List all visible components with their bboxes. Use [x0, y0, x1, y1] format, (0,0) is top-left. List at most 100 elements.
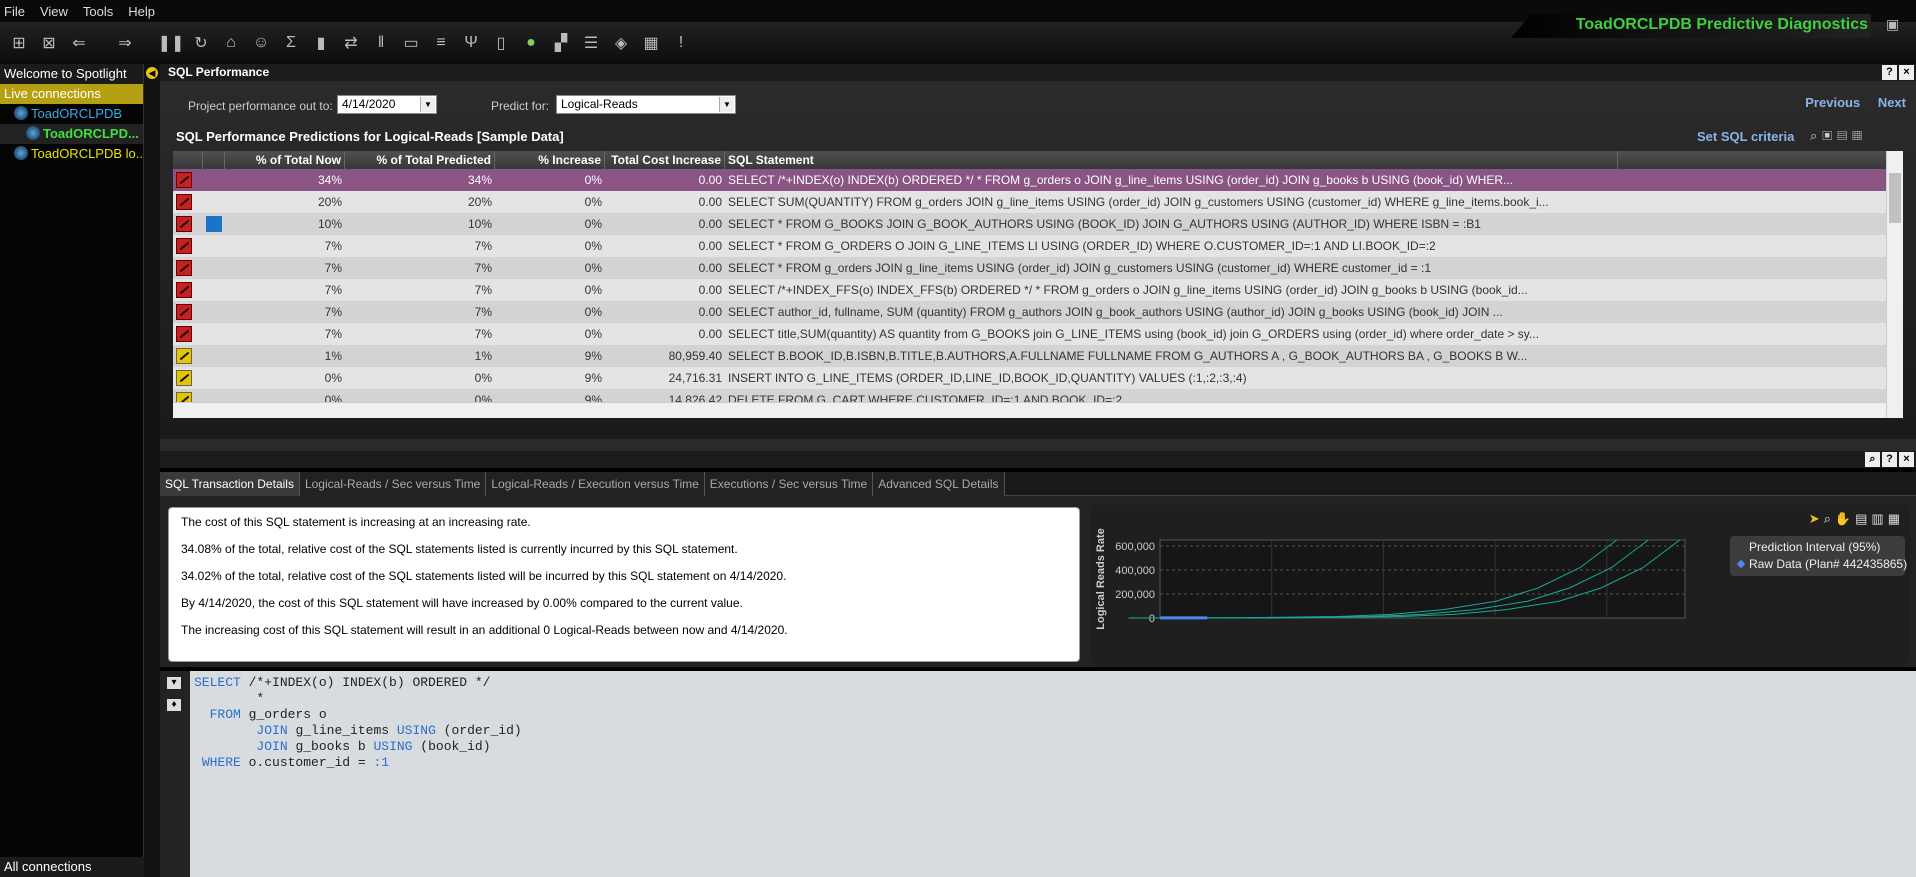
row-status-cell	[173, 191, 203, 213]
columns-icon[interactable]: ‖	[370, 32, 392, 54]
tab-sql-transaction-details[interactable]: SQL Transaction Details	[160, 472, 300, 496]
chart-copy-icon[interactable]: ▤	[1855, 511, 1871, 526]
stack-icon[interactable]: ☰	[580, 32, 602, 54]
col-sql-statement[interactable]: SQL Statement	[725, 151, 1618, 169]
table-row[interactable]: 7% 7% 0% 0.00 SELECT /*+INDEX_FFS(o) INDEX_F…	[173, 279, 1903, 301]
forward-icon[interactable]: ⇒	[114, 32, 136, 54]
panel-splitter[interactable]	[160, 439, 1916, 451]
detail-line: The cost of this SQL statement is increa…	[181, 515, 531, 529]
shield-icon[interactable]: ◈	[610, 32, 632, 54]
grid-vertical-scrollbar[interactable]	[1886, 151, 1903, 418]
refresh-icon[interactable]: ↻	[190, 32, 212, 54]
tab-advanced-sql-details[interactable]: Advanced SQL Details	[873, 472, 1005, 496]
sidebar-item-connection-1[interactable]: ToadORCLPDB	[0, 104, 143, 124]
predict-dropdown[interactable]: Logical-Reads ▼	[556, 95, 736, 114]
pan-icon[interactable]: ✋	[1835, 511, 1855, 526]
trend-warning-icon	[176, 348, 192, 364]
chevron-left-icon: ◀	[146, 67, 158, 79]
lock-icon[interactable]: ♦	[167, 699, 181, 711]
pause-icon[interactable]: ❚❚	[158, 32, 185, 54]
menu-file[interactable]: File	[4, 4, 25, 19]
help-icon[interactable]: ?	[1882, 452, 1897, 467]
table-row[interactable]: 7% 7% 0% 0.00 SELECT * FROM G_ORDERS O JOIN …	[173, 235, 1903, 257]
disconnect-icon[interactable]: ⊠	[38, 32, 60, 54]
table-row[interactable]: 1% 1% 9% 80,959.40 SELECT B.BOOK_ID,B.ISBN,B…	[173, 345, 1903, 367]
storage-icon[interactable]: ▯	[490, 32, 512, 54]
close-icon[interactable]: ×	[1899, 65, 1914, 80]
row-status-cell	[173, 213, 203, 235]
blocks-icon[interactable]: ▞	[550, 32, 572, 54]
globe-icon[interactable]: ●	[520, 32, 542, 54]
grid-icon[interactable]: ▦	[1852, 128, 1867, 143]
brand-window-icon[interactable]: ▣	[1886, 16, 1910, 36]
zoom-icon[interactable]: ⌕	[1824, 511, 1835, 526]
sql-icon[interactable]: Σ	[280, 32, 302, 54]
cell-sql-statement: INSERT INTO G_LINE_ITEMS (ORDER_ID,LINE_…	[728, 371, 1247, 385]
alert-icon[interactable]: !	[670, 32, 692, 54]
project-label: Project performance out to:	[188, 99, 333, 113]
close-icon[interactable]: ×	[1899, 452, 1914, 467]
chart-options-icon[interactable]: ▦	[1888, 511, 1904, 526]
menu-help[interactable]: Help	[128, 4, 155, 19]
next-link[interactable]: Next	[1878, 95, 1906, 110]
table-row[interactable]: 7% 7% 0% 0.00 SELECT * FROM g_orders JOIN g_…	[173, 257, 1903, 279]
database-icon[interactable]: ≡	[430, 32, 452, 54]
comment-icon[interactable]: ▾	[167, 677, 181, 689]
table-row[interactable]: 10% 10% 0% 0.00 SELECT * FROM G_BOOKS JOIN G…	[173, 213, 1903, 235]
cell-total-now: 7%	[324, 239, 342, 253]
table-row[interactable]: 7% 7% 0% 0.00 SELECT author_id, fullname, SU…	[173, 301, 1903, 323]
cell-increase: 0%	[584, 283, 602, 297]
cell-total-predicted: 7%	[474, 327, 492, 341]
options-icon[interactable]: ▦	[640, 32, 662, 54]
save-icon[interactable]: ▣	[1822, 128, 1837, 143]
col-total-now[interactable]: % of Total Now	[225, 151, 345, 169]
fork-icon[interactable]: Ψ	[460, 32, 482, 54]
grid-horizontal-scrollbar[interactable]	[173, 402, 1886, 418]
sidebar-all-connections[interactable]: All connections	[0, 857, 144, 877]
sidebar-welcome[interactable]: Welcome to Spotlight	[0, 64, 143, 84]
connection-icon	[14, 146, 28, 160]
swap-icon[interactable]: ⇄	[340, 32, 362, 54]
layout-icon[interactable]: ▭	[400, 32, 422, 54]
pointer-icon[interactable]: ➤	[1809, 511, 1824, 526]
diamond-icon	[1736, 559, 1746, 569]
export-icon[interactable]: ▤	[1837, 128, 1852, 143]
menu-tools[interactable]: Tools	[83, 4, 113, 19]
menu-view[interactable]: View	[40, 4, 68, 19]
back-icon[interactable]: ⇐	[68, 32, 90, 54]
home-icon[interactable]: ⌂	[220, 32, 242, 54]
table-row[interactable]: 0% 0% 9% 24,716.31 INSERT INTO G_LINE_ITEMS …	[173, 367, 1903, 389]
col-increase[interactable]: % Increase	[495, 151, 605, 169]
row-status-cell	[173, 367, 203, 389]
col-total-predicted[interactable]: % of Total Predicted	[345, 151, 495, 169]
connect-icon[interactable]: ⊞	[8, 32, 30, 54]
cell-total-cost-increase: 24,716.31	[668, 371, 722, 385]
set-sql-criteria-link[interactable]: Set SQL criteria	[1697, 129, 1794, 144]
chart-layout-icon[interactable]: ▥	[1871, 511, 1887, 526]
connection-icon	[14, 106, 28, 120]
zoom-icon[interactable]: ⌕	[1865, 452, 1880, 467]
help-icon[interactable]: ?	[1882, 65, 1897, 80]
col-total-cost-increase[interactable]: Total Cost Increase	[605, 151, 725, 169]
cell-total-predicted: 0%	[474, 371, 492, 385]
table-row[interactable]: 34% 34% 0% 0.00 SELECT /*+INDEX(o) INDEX(b) …	[173, 169, 1903, 191]
sidebar-item-connection-2[interactable]: ToadORCLPD...	[0, 124, 143, 144]
sql-text-viewer[interactable]: SELECT /*+INDEX(o) INDEX(b) ORDERED */ *…	[190, 671, 1916, 877]
trend-warning-icon	[176, 370, 192, 386]
trend-up-icon	[176, 304, 192, 320]
project-date-dropdown[interactable]: 4/14/2020 ▼	[337, 95, 437, 114]
collapse-sidebar-button[interactable]: ◀	[144, 64, 160, 82]
tab-logical-reads-sec[interactable]: Logical-Reads / Sec versus Time	[299, 472, 487, 496]
find-icon[interactable]: ⌕	[1810, 128, 1822, 143]
table-row[interactable]: 7% 7% 0% 0.00 SELECT title,SUM(quantity) AS …	[173, 323, 1903, 345]
tab-executions-sec[interactable]: Executions / Sec versus Time	[704, 472, 874, 496]
cell-total-now: 0%	[324, 371, 342, 385]
previous-link[interactable]: Previous	[1805, 95, 1860, 110]
row-status-cell	[173, 279, 203, 301]
tab-logical-reads-execution[interactable]: Logical-Reads / Execution versus Time	[486, 472, 705, 496]
bar-chart-icon[interactable]: ▮	[310, 32, 332, 54]
sidebar-item-connection-3[interactable]: ToadORCLPDB lo...	[0, 144, 147, 164]
users-icon[interactable]: ☺	[250, 32, 272, 54]
table-row[interactable]: 20% 20% 0% 0.00 SELECT SUM(QUANTITY) FROM g_…	[173, 191, 1903, 213]
sidebar-live-connections[interactable]: Live connections	[0, 84, 143, 104]
